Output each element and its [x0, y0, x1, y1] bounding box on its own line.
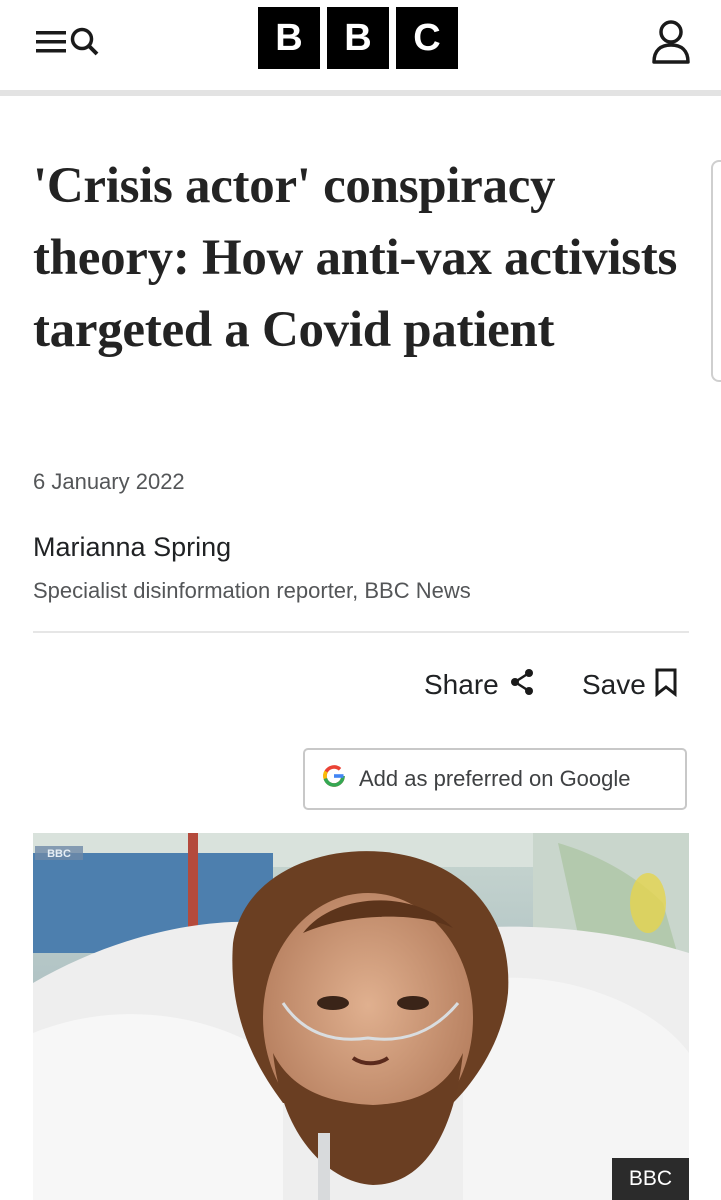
- menu-search-button[interactable]: [34, 24, 118, 64]
- account-button[interactable]: [649, 18, 693, 66]
- search-icon: [70, 25, 106, 64]
- share-icon: [509, 668, 535, 703]
- article-hero-image: BBC BBC: [33, 833, 689, 1200]
- bookmark-icon: [654, 667, 678, 704]
- site-header: B B C: [0, 0, 721, 96]
- share-label: Share: [424, 669, 499, 700]
- bbc-logo[interactable]: B B C: [258, 7, 458, 69]
- article-date: 6 January 2022: [33, 469, 185, 494]
- google-g-icon: [321, 763, 347, 795]
- save-label: Save: [582, 669, 646, 700]
- scroll-indicator[interactable]: [711, 160, 721, 382]
- logo-letter: B: [327, 7, 389, 69]
- author-name[interactable]: Marianna Spring: [33, 532, 231, 563]
- add-preferred-google-button[interactable]: Add as preferred on Google: [303, 748, 687, 810]
- logo-letter: B: [258, 7, 320, 69]
- logo-letter: C: [396, 7, 458, 69]
- divider: [33, 631, 689, 633]
- share-button[interactable]: Share: [424, 665, 535, 705]
- image-watermark: BBC: [47, 848, 71, 860]
- add-preferred-label: Add as preferred on Google: [359, 766, 631, 791]
- save-button[interactable]: Save: [582, 665, 678, 705]
- image-credit-badge: BBC: [612, 1158, 689, 1200]
- menu-icon: [34, 27, 70, 62]
- article-headline: 'Crisis actor' conspiracy theory: How an…: [33, 158, 677, 358]
- user-account-icon: [649, 20, 693, 70]
- author-role: Specialist disinformation reporter, BBC …: [33, 578, 471, 603]
